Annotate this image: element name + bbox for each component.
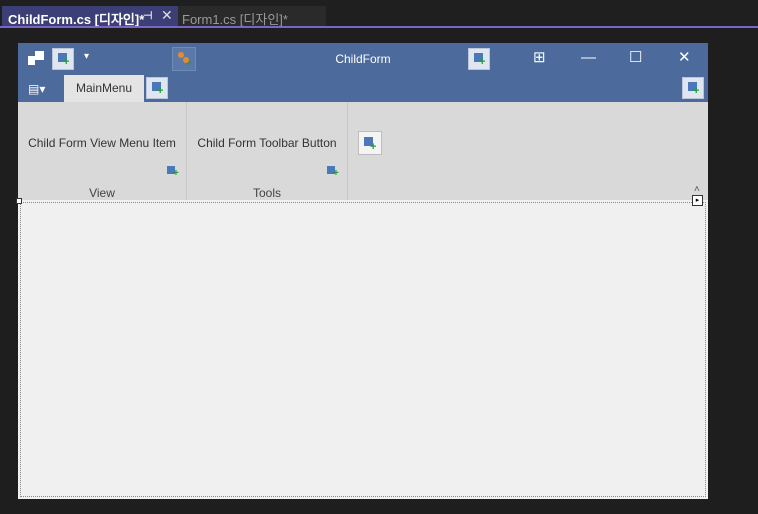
close-icon[interactable]: ✕ xyxy=(161,7,173,24)
close-icon[interactable]: ✕ xyxy=(678,49,691,67)
child-form-toolbar-button[interactable]: Child Form Toolbar Button xyxy=(187,136,347,150)
add-page-button[interactable]: + xyxy=(146,77,168,99)
designer-form[interactable]: + ▾ + ChildForm + ⊞ — ☐ ✕ ▤▾ MainMenu + … xyxy=(16,43,708,499)
ribbon-tab-bar: ▤▾ MainMenu + + xyxy=(18,75,708,102)
layout-icon[interactable]: ⊞ xyxy=(533,49,546,67)
ribbon-group-tools: Child Form Toolbar Button + Tools xyxy=(187,102,348,200)
form-titlebar: + ▾ + ChildForm + ⊞ — ☐ ✕ xyxy=(18,43,708,75)
resize-handle[interactable] xyxy=(16,198,22,204)
tab-childform-design[interactable]: ChildForm.cs [디자인]* ⊣ ✕ xyxy=(2,6,178,27)
child-form-view-menu-item[interactable]: Child Form View Menu Item xyxy=(18,136,186,150)
minimize-icon[interactable]: — xyxy=(581,49,596,67)
tab-accent-line xyxy=(0,26,758,28)
ribbon-group-view: Child Form View Menu Item + View xyxy=(18,102,187,200)
ribbon-page: Child Form View Menu Item + View Child F… xyxy=(18,102,708,200)
form-client-area[interactable] xyxy=(20,202,706,497)
collapse-ribbon-icon[interactable]: ˄ xyxy=(694,184,700,195)
ribbon-right-add-button[interactable]: + xyxy=(682,77,704,99)
form-title: ChildForm xyxy=(335,52,391,66)
group-caption: View xyxy=(89,186,115,200)
add-item-icon[interactable]: + xyxy=(327,166,339,179)
add-item-icon[interactable]: + xyxy=(167,166,179,179)
tab-mainmenu[interactable]: MainMenu xyxy=(64,75,144,102)
pin-icon[interactable]: ⊣ xyxy=(143,9,153,22)
add-group-button[interactable]: + xyxy=(358,131,382,155)
maximize-icon[interactable]: ☐ xyxy=(629,49,642,67)
titlebar-add-button[interactable]: + xyxy=(468,48,490,70)
document-tab-strip: ChildForm.cs [디자인]* ⊣ ✕ Form1.cs [디자인]* xyxy=(0,0,758,28)
tab-form1-design[interactable]: Form1.cs [디자인]* xyxy=(178,6,326,27)
smart-tag-icon[interactable]: ▸ xyxy=(692,195,703,206)
group-caption: Tools xyxy=(252,186,281,200)
application-menu-icon[interactable]: ▤▾ xyxy=(28,82,45,96)
